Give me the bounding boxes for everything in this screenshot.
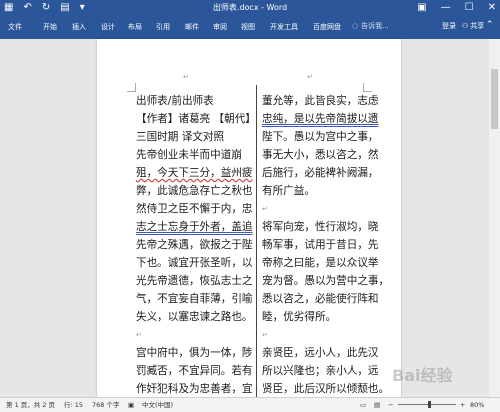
line-position: 行: 15 bbox=[64, 401, 84, 409]
document-workspace: ↵ ↵ bbox=[0, 39, 500, 397]
zoom-slider-knob[interactable] bbox=[428, 401, 431, 408]
proofing-icon[interactable]: ▣ bbox=[128, 401, 134, 409]
zoom-out-button[interactable]: − bbox=[388, 401, 393, 409]
tab-design[interactable]: 设计 bbox=[101, 21, 115, 33]
text-line: 失义，以塞忠谏之路也。 bbox=[136, 311, 253, 323]
tab-file[interactable]: 文件 bbox=[8, 21, 22, 33]
column-divider bbox=[256, 85, 257, 397]
scrollbar-thumb[interactable] bbox=[491, 69, 498, 129]
text-line: 宠为督。愚以为营中之事， bbox=[262, 275, 390, 287]
status-bar: 第 1 页，共 2 页 行: 15 768 个字 ▣ 中文(中国) ▭ ▤ − … bbox=[0, 397, 500, 412]
text-line: 【作者】诸葛亮 【朝代】 bbox=[136, 113, 256, 125]
share-label: 共享 bbox=[470, 22, 485, 30]
text-line: 亲贤臣，远小人，此先汉 bbox=[262, 347, 379, 359]
chevron-up-icon[interactable]: ⌃ bbox=[486, 20, 494, 30]
text-line: 弊，此诚危急存亡之秋也 bbox=[136, 185, 253, 197]
minimize-icon[interactable]: — bbox=[441, 1, 451, 14]
text-line: 气，不宜妄自菲薄，引喻 bbox=[136, 293, 253, 305]
tab-developer[interactable]: 开发工具 bbox=[270, 21, 298, 33]
maximize-icon[interactable]: ☐ bbox=[465, 1, 474, 14]
text-line: 陛下。愚以为宫中之事， bbox=[262, 131, 379, 143]
ribbon-tab-bar: 文件 开始 插入 设计 布局 引用 邮件 审阅 视图 开发工具 百度网盘 ◌ 告… bbox=[0, 16, 500, 39]
paragraph-mark: ↵ bbox=[262, 331, 268, 339]
text-line: 罚臧否，不宜异同。若有 bbox=[136, 365, 253, 377]
text-line: 董允等，此皆良实，志虑 bbox=[262, 95, 379, 107]
tab-home[interactable]: 开始 bbox=[43, 21, 57, 33]
watermark: Bai经验 bbox=[392, 366, 453, 385]
text-line: 出师表/前出师表 bbox=[136, 95, 214, 107]
margin-corner-top-right bbox=[363, 83, 372, 92]
text-line: 所以兴隆也；亲小人，远 bbox=[262, 365, 379, 377]
text-line: 然侍卫之臣不懈于内，忠 bbox=[136, 203, 253, 215]
read-mode-icon[interactable]: ▭ bbox=[360, 401, 366, 409]
text-line: 后施行，必能裨补阙漏， bbox=[262, 167, 379, 179]
ribbon-display-options-icon[interactable]: ▣ bbox=[417, 1, 426, 14]
tab-insert[interactable]: 插入 bbox=[72, 21, 86, 33]
login-link[interactable]: 登录 bbox=[442, 21, 456, 31]
tab-review[interactable]: 审阅 bbox=[213, 21, 227, 33]
text-line: 忠纯，是以先帝简拔以遗 bbox=[262, 113, 379, 125]
zoom-level[interactable]: 80% bbox=[470, 401, 484, 409]
text-line: 三国时期 译文对照 bbox=[136, 131, 225, 143]
tab-mailings[interactable]: 邮件 bbox=[185, 21, 199, 33]
page-count[interactable]: 第 1 页，共 2 页 bbox=[6, 401, 55, 409]
lightbulb-icon: ◌ bbox=[352, 22, 359, 30]
window-controls: ▣ — ☐ ✕ bbox=[417, 1, 496, 14]
text-line: 作奸犯科及为忠善者，宜 bbox=[136, 383, 253, 395]
text-line: 宫中府中，俱为一体，陟 bbox=[136, 347, 253, 359]
language[interactable]: 中文(中国) bbox=[142, 401, 173, 409]
text-line: 事无大小，悉以咨之，然 bbox=[262, 149, 379, 161]
text-line: 有所广益。 bbox=[262, 185, 315, 197]
text-line: 睦，优劣得所。 bbox=[262, 311, 337, 323]
tab-baidu-netdisk[interactable]: 百度网盘 bbox=[313, 21, 341, 33]
text-line: 志之士忘身于外者，盖追 bbox=[136, 221, 253, 233]
text-line: 先帝创业未半而中道崩 bbox=[136, 149, 242, 161]
tab-view[interactable]: 视图 bbox=[241, 21, 255, 33]
text-line: 下也。诚宜开张圣听，以 bbox=[136, 257, 253, 269]
document-page[interactable]: ↵ ↵ bbox=[97, 39, 401, 397]
tab-layout[interactable]: 布局 bbox=[128, 21, 142, 33]
title-bar: ▦ ↶ ↻ ▤ ▾ 出师表.docx - Word ▣ — ☐ ✕ bbox=[0, 0, 500, 16]
paragraph-mark: ↵ bbox=[183, 73, 189, 81]
text-line: 殂，今天下三分，益州疲 bbox=[136, 167, 253, 179]
text-line: 畅军事，试用于昔日，先 bbox=[262, 239, 379, 251]
share-button[interactable]: ⚇ 共享 bbox=[462, 21, 484, 31]
vertical-scrollbar[interactable] bbox=[489, 39, 500, 397]
text-line: 帝称之曰能，是以众议举 bbox=[262, 257, 379, 269]
print-layout-icon[interactable]: ▤ bbox=[374, 401, 380, 409]
zoom-slider[interactable] bbox=[398, 404, 456, 405]
tell-me-placeholder: 告诉我... bbox=[361, 22, 389, 30]
margin-corner-top-left bbox=[127, 83, 136, 92]
person-icon: ⚇ bbox=[462, 22, 469, 30]
text-line: 将军向宠，性行淑均，晓 bbox=[262, 221, 379, 233]
text-line: 先帝之殊遇，欲报之于陛 bbox=[136, 239, 253, 251]
text-line: 悉以咨之，必能使行阵和 bbox=[262, 293, 379, 305]
paragraph-mark: ↵ bbox=[307, 73, 313, 81]
paragraph-mark: ↵ bbox=[136, 331, 142, 339]
text-line: 贤臣，此后汉所以倾颓也。 bbox=[262, 383, 390, 395]
tab-references[interactable]: 引用 bbox=[156, 21, 170, 33]
zoom-in-button[interactable]: + bbox=[460, 401, 465, 409]
paragraph-mark: ↵ bbox=[262, 205, 268, 213]
tell-me-box[interactable]: ◌ 告诉我... bbox=[352, 21, 389, 31]
word-count[interactable]: 768 个字 bbox=[92, 401, 119, 409]
text-line: 光先帝遗德，恢弘志士之 bbox=[136, 275, 253, 287]
close-icon[interactable]: ✕ bbox=[488, 1, 496, 14]
